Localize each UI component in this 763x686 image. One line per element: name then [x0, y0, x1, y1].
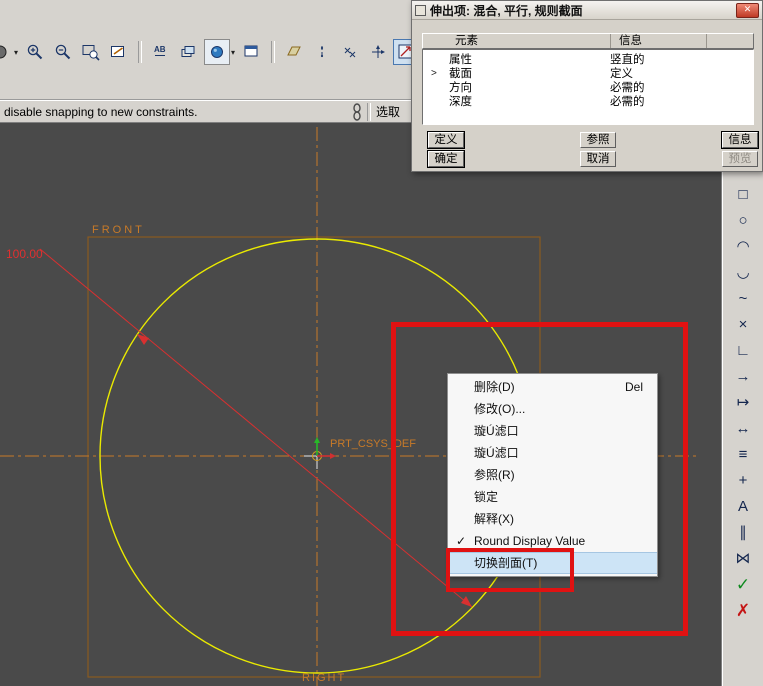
top-toolbar: ▾ AB ▾	[0, 36, 419, 68]
chevron-down-icon[interactable]: ▾	[12, 48, 20, 57]
dialog-title: 伸出项: 混合, 平行, 规则截面	[430, 2, 736, 19]
element-info: 竖直的	[610, 53, 753, 67]
datum-tag-button[interactable]: AB	[148, 39, 174, 65]
menu-item-references[interactable]: 参照(R)	[448, 464, 657, 486]
element-table-header: 元素 信息	[422, 33, 754, 49]
menu-item-modify[interactable]: 修改(O)...	[448, 398, 657, 420]
column-element: 元素	[423, 34, 611, 48]
table-row[interactable]: 截面 定义	[423, 67, 753, 81]
datum-csys-icon	[369, 43, 387, 61]
chevron-down-icon[interactable]: ▾	[229, 48, 237, 57]
menu-item-round-display-value[interactable]: ✓ Round Display Value	[448, 530, 657, 552]
element-table[interactable]: > 属性 竖直的 截面 定义 方向 必需的 深度 必需的	[422, 49, 754, 125]
element-info: 必需的	[610, 81, 753, 95]
modify-tool[interactable]: ≡	[731, 444, 755, 465]
table-row[interactable]: 方向 必需的	[423, 81, 753, 95]
fillet-tool[interactable]: ◡	[731, 262, 755, 283]
datum-csys-button[interactable]	[365, 39, 391, 65]
redraw-button[interactable]	[106, 39, 132, 65]
preview-button: 预览	[722, 151, 758, 167]
circle-tool[interactable]: ○	[731, 210, 755, 231]
info-button[interactable]: 信息	[722, 132, 758, 148]
ok-button[interactable]: 确定	[428, 151, 464, 167]
rectangle-tool[interactable]: □	[731, 184, 755, 205]
current-row-marker: >	[431, 68, 437, 79]
layers-button[interactable]	[176, 39, 202, 65]
element-name: 截面	[423, 67, 610, 81]
cancel-button[interactable]: 取消	[580, 151, 616, 167]
references-button[interactable]: 参照	[580, 132, 616, 148]
datum-tag-icon: AB	[152, 43, 170, 61]
csys-label[interactable]: PRT_CSYS_DEF	[330, 438, 416, 450]
menu-item-delete[interactable]: 删除(D) Del	[448, 376, 657, 398]
use-edge-tool[interactable]: →	[731, 366, 755, 387]
sketch-cancel-button[interactable]: ✗	[731, 600, 755, 621]
menu-item-garbled-1[interactable]: 璇Ú滤口	[448, 420, 657, 442]
menu-item-garbled-2[interactable]: 璇Ú滤口	[448, 442, 657, 464]
select-status-label: 选取	[376, 103, 400, 120]
toolbar-separator	[271, 41, 275, 63]
saved-views-icon	[208, 43, 226, 61]
saved-views-button[interactable]	[204, 39, 230, 65]
mirror-tool[interactable]: ⋈	[731, 548, 755, 569]
zoom-out-button[interactable]	[50, 39, 76, 65]
point-tool[interactable]: ×	[731, 314, 755, 335]
arc-tool[interactable]: ◠	[731, 236, 755, 257]
zoom-in-icon	[26, 43, 44, 61]
constraint-tool[interactable]: +	[731, 470, 755, 491]
message-text: disable snapping to new constraints.	[0, 105, 197, 119]
element-name: 方向	[423, 81, 610, 95]
dimension-value[interactable]: 100.00	[6, 247, 43, 261]
table-row[interactable]: 深度 必需的	[423, 95, 753, 109]
coordinate-system-tool[interactable]: ∟	[731, 340, 755, 361]
spline-tool[interactable]: ~	[731, 288, 755, 309]
datum-point-icon	[341, 43, 359, 61]
right-plane-label[interactable]: RIGHT	[302, 672, 346, 684]
context-menu: 删除(D) Del 修改(O)... 璇Ú滤口 璇Ú滤口 参照(R) 锁定 解释…	[447, 373, 658, 577]
menu-item-lock[interactable]: 锁定	[448, 486, 657, 508]
element-name: 属性	[423, 53, 610, 67]
shortcut-label: Del	[625, 376, 643, 398]
offset-tool[interactable]: ↦	[731, 392, 755, 413]
zoom-in-button[interactable]	[22, 39, 48, 65]
front-plane-label[interactable]: FRONT	[92, 224, 145, 236]
sketch-done-button[interactable]: ✓	[731, 574, 755, 595]
dimension-tool[interactable]: ↔	[731, 418, 755, 439]
chain-icon	[352, 103, 362, 121]
protrusion-dialog: 伸出项: 混合, 平行, 规则截面 ✕ 元素 信息 > 属性 竖直的 截面 定义…	[411, 0, 763, 172]
element-name: 深度	[423, 95, 610, 109]
define-button[interactable]: 定义	[428, 132, 464, 148]
datum-axis-icon	[313, 43, 331, 61]
dialog-titlebar[interactable]: 伸出项: 混合, 平行, 规则截面 ✕	[412, 1, 762, 20]
zoom-fit-icon	[82, 43, 100, 61]
element-info: 必需的	[610, 95, 753, 109]
svg-text:AB: AB	[154, 45, 166, 54]
zoom-fit-button[interactable]	[78, 39, 104, 65]
sketcher-toolbar: □ ○ ◠ ◡ ~ × ∟ → ↦ ↔ ≡ + A ∥ ⋈ ✓ ✗	[722, 172, 763, 686]
redraw-icon	[110, 43, 128, 61]
datum-plane-icon	[285, 43, 303, 61]
datum-axis-button[interactable]	[309, 39, 335, 65]
toolbar-separator	[138, 41, 142, 63]
datum-plane-button[interactable]	[281, 39, 307, 65]
zoom-out-icon	[54, 43, 72, 61]
close-icon[interactable]: ✕	[736, 3, 759, 18]
menu-item-explain[interactable]: 解释(X)	[448, 508, 657, 530]
checkmark-icon: ✓	[456, 530, 466, 552]
element-info: 定义	[610, 67, 753, 81]
trim-tool[interactable]: ∥	[731, 522, 755, 543]
view-manager-icon	[243, 43, 261, 61]
column-info: 信息	[611, 34, 707, 48]
layers-icon	[180, 43, 198, 61]
view-manager-button[interactable]	[239, 39, 265, 65]
menu-item-toggle-section[interactable]: 切换剖面(T)	[448, 552, 657, 574]
text-tool[interactable]: A	[731, 496, 755, 517]
table-row[interactable]: 属性 竖直的	[423, 53, 753, 67]
datum-point-button[interactable]	[337, 39, 363, 65]
dialog-icon	[415, 5, 426, 16]
message-bar-separator	[367, 103, 371, 121]
